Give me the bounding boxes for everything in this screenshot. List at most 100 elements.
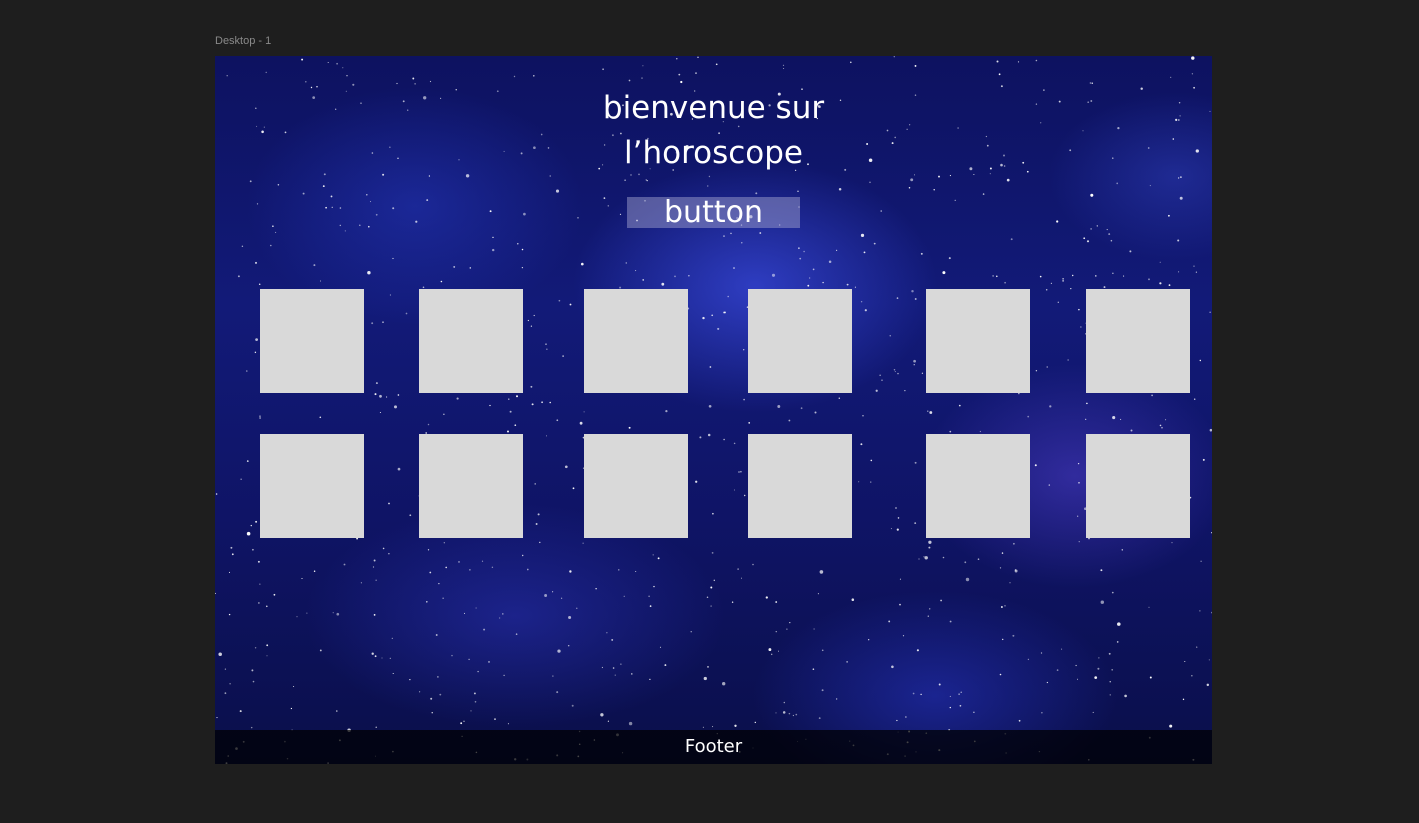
star <box>1123 275 1125 277</box>
star <box>765 596 768 599</box>
star <box>786 628 788 630</box>
star <box>998 73 1001 76</box>
star <box>373 559 376 562</box>
star <box>770 653 773 656</box>
zodiac-tile[interactable] <box>748 434 852 538</box>
star <box>319 416 322 419</box>
zodiac-tile[interactable] <box>260 434 364 538</box>
main-button[interactable]: button <box>627 197 800 228</box>
star <box>1116 182 1119 185</box>
zodiac-tile[interactable] <box>926 434 1030 538</box>
star <box>445 566 448 569</box>
star <box>860 233 865 238</box>
star <box>645 179 647 181</box>
star <box>1159 282 1162 285</box>
star <box>1121 549 1124 551</box>
star <box>1206 683 1210 687</box>
star <box>1045 288 1048 291</box>
star <box>371 652 374 655</box>
star <box>1040 652 1043 654</box>
star <box>507 723 509 725</box>
star <box>1090 228 1092 230</box>
star <box>715 63 718 66</box>
star <box>795 713 798 716</box>
star <box>458 561 460 563</box>
star <box>1012 634 1015 637</box>
zodiac-tile[interactable] <box>748 289 852 393</box>
star <box>890 528 892 530</box>
star <box>923 556 925 558</box>
star <box>733 442 736 445</box>
zodiac-tile[interactable] <box>584 434 688 538</box>
star <box>1182 698 1185 701</box>
star <box>469 267 472 269</box>
star <box>1109 681 1111 683</box>
frame-label: Desktop - 1 <box>215 35 272 47</box>
star <box>1078 481 1080 484</box>
star <box>1046 681 1049 684</box>
zodiac-tile[interactable] <box>260 289 364 393</box>
star <box>521 266 524 269</box>
star <box>415 220 418 223</box>
star <box>582 542 584 544</box>
zodiac-tile[interactable] <box>584 289 688 393</box>
star <box>246 531 251 536</box>
star <box>960 691 962 693</box>
star <box>439 693 442 696</box>
star <box>237 275 240 278</box>
star <box>394 405 397 409</box>
star <box>1106 229 1108 231</box>
zodiac-tile[interactable] <box>1086 289 1190 393</box>
star <box>680 80 683 84</box>
star <box>293 685 295 688</box>
star <box>239 710 242 713</box>
star <box>513 75 516 78</box>
star <box>451 654 453 657</box>
star <box>440 280 443 283</box>
star <box>712 726 714 728</box>
star <box>908 187 911 189</box>
star <box>798 247 800 250</box>
star <box>1061 648 1063 650</box>
star <box>710 586 713 589</box>
star <box>1209 428 1212 432</box>
star <box>709 366 712 368</box>
star <box>576 607 578 609</box>
zodiac-tile[interactable] <box>926 289 1030 393</box>
star <box>982 193 985 195</box>
star <box>530 325 533 327</box>
star <box>913 364 915 366</box>
star <box>397 394 400 396</box>
star <box>695 480 698 483</box>
star <box>386 396 388 398</box>
star <box>924 556 928 560</box>
star <box>897 517 900 519</box>
star <box>789 621 791 624</box>
star <box>933 189 935 191</box>
zodiac-tile[interactable] <box>419 434 523 538</box>
star <box>254 351 257 354</box>
star <box>873 242 876 245</box>
star <box>1191 56 1195 60</box>
star <box>1148 606 1150 608</box>
star <box>992 275 994 277</box>
star <box>224 668 227 670</box>
star <box>558 299 561 302</box>
star <box>759 232 762 234</box>
star <box>1046 366 1048 368</box>
star <box>256 203 259 205</box>
star <box>711 314 714 317</box>
star <box>723 311 726 314</box>
star <box>880 210 882 212</box>
star <box>583 411 585 413</box>
star <box>409 679 411 681</box>
star <box>964 561 967 564</box>
star <box>1168 214 1170 217</box>
star <box>572 487 575 490</box>
star <box>327 61 329 64</box>
zodiac-tile[interactable] <box>1086 434 1190 538</box>
zodiac-tile[interactable] <box>419 289 523 393</box>
star <box>1071 274 1074 277</box>
star <box>949 695 951 697</box>
star <box>775 631 777 633</box>
